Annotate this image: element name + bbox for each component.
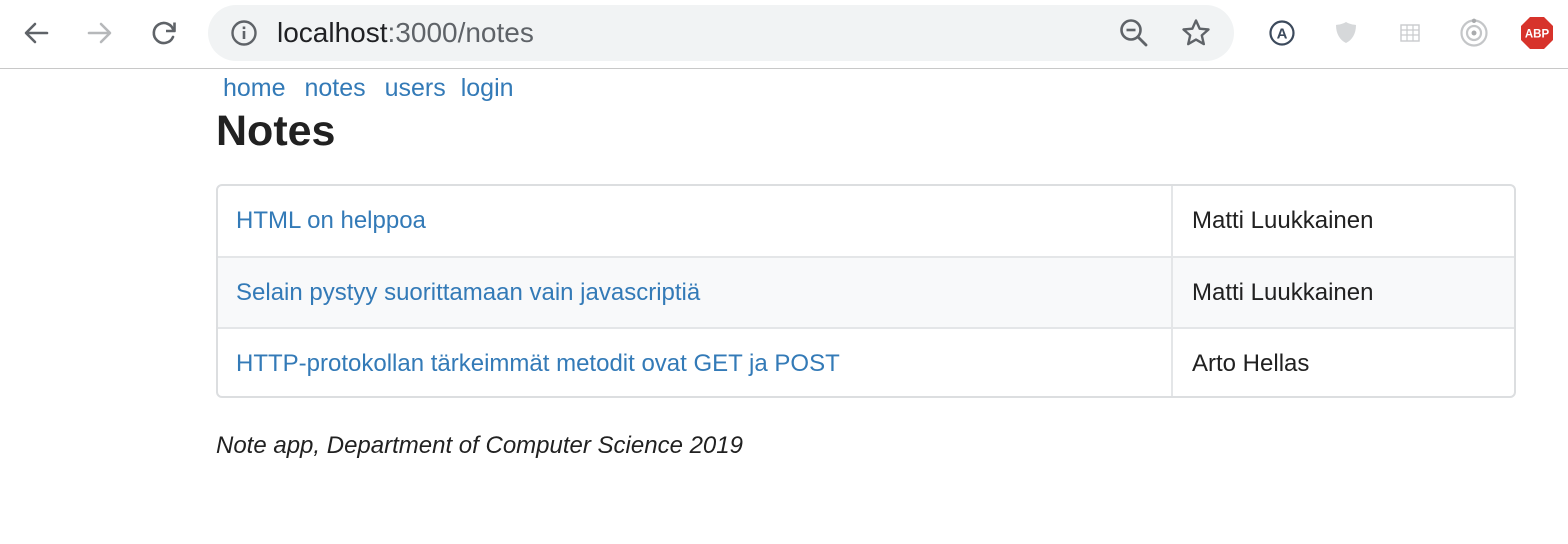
nav-link-notes[interactable]: notes — [305, 74, 366, 102]
nav-link-login[interactable]: login — [461, 74, 514, 102]
reload-icon[interactable] — [144, 13, 184, 53]
note-title-cell: HTML on helppoa — [218, 186, 1172, 257]
star-icon[interactable] — [1180, 17, 1212, 49]
note-link[interactable]: HTTP-protokollan tärkeimmät metodit ovat… — [236, 350, 840, 377]
note-author-cell: Arto Hellas — [1171, 327, 1514, 396]
table-row: HTML on helppoa Matti Luukkainen — [218, 186, 1514, 257]
note-title-cell: Selain pystyy suorittamaan vain javascri… — [218, 256, 1172, 328]
extension-a-icon[interactable]: A — [1265, 16, 1299, 50]
note-author-cell: Matti Luukkainen — [1171, 186, 1514, 257]
back-arrow-icon[interactable] — [16, 13, 56, 53]
nav-link-home[interactable]: home — [223, 74, 286, 102]
extension-target-icon[interactable] — [1457, 16, 1491, 50]
address-bar[interactable]: localhost:3000/notes — [208, 5, 1234, 61]
url-host: localhost — [277, 17, 388, 48]
zoom-out-icon[interactable] — [1118, 17, 1150, 49]
extension-grid-icon[interactable] — [1393, 16, 1427, 50]
url-text[interactable]: localhost:3000/notes — [277, 18, 534, 48]
note-link[interactable]: HTML on helppoa — [236, 207, 426, 234]
top-navigation: home notes users login — [223, 70, 514, 106]
note-author-cell: Matti Luukkainen — [1171, 256, 1514, 328]
url-path: :3000/notes — [387, 17, 534, 48]
info-icon[interactable] — [230, 19, 258, 47]
page-title: Notes — [216, 107, 336, 155]
browser-toolbar: localhost:3000/notes A ABP — [0, 0, 1568, 69]
notes-table: HTML on helppoa Matti Luukkainen Selain … — [216, 184, 1516, 398]
adblock-plus-icon[interactable]: ABP — [1520, 16, 1554, 50]
table-row: HTTP-protokollan tärkeimmät metodit ovat… — [218, 327, 1514, 396]
note-link[interactable]: Selain pystyy suorittamaan vain javascri… — [236, 279, 700, 306]
note-title-cell: HTTP-protokollan tärkeimmät metodit ovat… — [218, 327, 1172, 396]
page-footer: Note app, Department of Computer Science… — [216, 432, 743, 459]
nav-link-users[interactable]: users — [385, 74, 446, 102]
table-row: Selain pystyy suorittamaan vain javascri… — [218, 256, 1514, 328]
extension-a-label: A — [1277, 26, 1288, 43]
adblock-plus-label: ABP — [1525, 29, 1550, 41]
forward-arrow-icon[interactable] — [80, 13, 120, 53]
extension-shield-icon[interactable] — [1329, 16, 1363, 50]
